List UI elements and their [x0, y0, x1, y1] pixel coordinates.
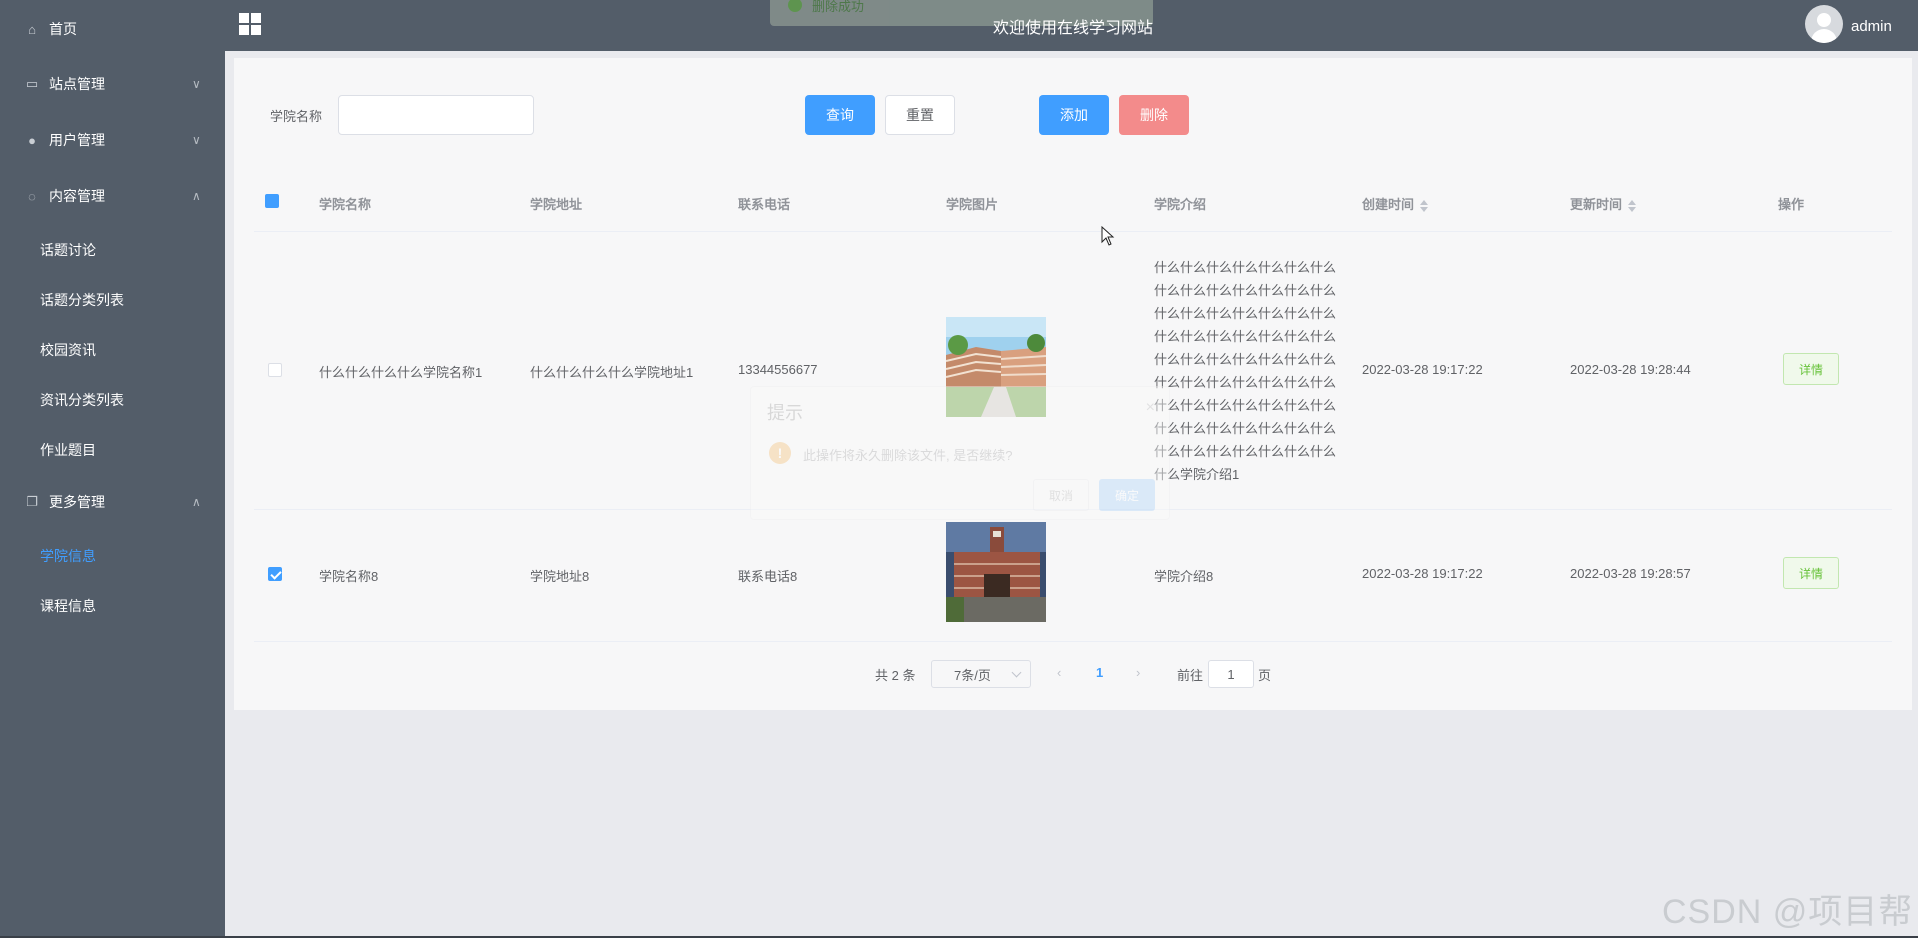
reset-button[interactable]: 重置 [885, 95, 955, 135]
page-title: 欢迎使用在线学习网站 [993, 20, 1154, 37]
cell-name: 学院名称8 [319, 569, 379, 584]
sub-label: 作业题目 [40, 442, 96, 458]
college-image[interactable] [946, 522, 1046, 622]
chevron-up-icon: ∧ [192, 189, 201, 203]
sub-label: 学院信息 [40, 548, 96, 564]
column-header-sortable[interactable]: 创建时间 [1362, 194, 1429, 213]
add-button[interactable]: 添加 [1039, 95, 1109, 135]
cell-phone: 联系电话8 [738, 569, 798, 584]
menu-label: 站点管理 [49, 76, 105, 92]
top-header: 删除成功 欢迎使用在线学习网站 admin [225, 0, 1918, 51]
next-page-button[interactable]: › [1136, 665, 1140, 680]
sub-label: 话题讨论 [40, 242, 96, 258]
menu-item-more-management[interactable]: ❐ 更多管理 ∧ [0, 482, 225, 522]
menu-item-user-management[interactable]: ● 用户管理 ∨ [0, 120, 225, 160]
menu-label: 首页 [49, 21, 77, 37]
sidebar-item-topic-categories[interactable]: 话题分类列表 [0, 280, 225, 320]
sidebar-item-topic-discussion[interactable]: 话题讨论 [0, 230, 225, 270]
goto-label: 前往 [1177, 668, 1204, 683]
dialog-message: 此操作将永久删除该文件, 是否继续? [803, 448, 1013, 463]
cell-updated-time: 2022-03-28 19:28:44 [1570, 362, 1691, 377]
close-icon[interactable]: × [1146, 399, 1155, 417]
column-header-label: 更新时间 [1570, 197, 1623, 212]
warning-icon: ! [769, 442, 791, 464]
menu-item-site-management[interactable]: ▭ 站点管理 ∨ [0, 64, 225, 104]
cell-created-time: 2022-03-28 19:17:22 [1362, 566, 1483, 581]
detail-button[interactable]: 详情 [1783, 557, 1839, 589]
column-header: 操作 [1778, 197, 1805, 212]
column-header: 学院地址 [530, 197, 583, 212]
sidebar-item-campus-news[interactable]: 校园资讯 [0, 330, 225, 370]
sort-icon[interactable] [1628, 199, 1637, 212]
page-suffix: 页 [1258, 668, 1272, 683]
goto-page-input[interactable]: 1 [1208, 660, 1254, 688]
column-header: 学院介绍 [1154, 197, 1207, 212]
home-icon: ⌂ [28, 21, 36, 37]
pagination-total: 共 2 条 [875, 668, 916, 683]
cell-name: 什么什么什么什么学院名称1 [319, 365, 483, 380]
copy-icon: ❐ [26, 494, 38, 509]
sidebar: ⌂ 首页 ▭ 站点管理 ∨ ● 用户管理 ∨ ◌ 内容管理 ∧ 话题讨论 话题分… [0, 0, 225, 938]
chevron-down-icon [1011, 667, 1022, 678]
cell-updated-time: 2022-03-28 19:28:57 [1570, 566, 1691, 581]
cancel-button[interactable]: 取消 [1033, 479, 1089, 511]
detail-button[interactable]: 详情 [1783, 353, 1839, 385]
divider [254, 231, 1892, 232]
cell-created-time: 2022-03-28 19:17:22 [1362, 362, 1483, 377]
sidebar-item-homework[interactable]: 作业题目 [0, 430, 225, 470]
cell-phone: 13344556677 [738, 362, 818, 377]
main-panel: 学院名称 查询 重置 添加 删除 学院名称 学院地址 联系电话 学院图片 学院介… [234, 58, 1912, 710]
watermark: CSDN @项目帮 [1662, 893, 1914, 931]
sub-label: 话题分类列表 [40, 292, 124, 308]
cell-intro: 学院介绍8 [1154, 569, 1214, 584]
sidebar-item-college-info[interactable]: 学院信息 [0, 536, 225, 576]
sidebar-item-course-info[interactable]: 课程信息 [0, 586, 225, 626]
column-header: 学院名称 [319, 197, 372, 212]
query-button[interactable]: 查询 [805, 95, 875, 135]
cell-address: 学院地址8 [530, 569, 590, 584]
cell-intro: 什么什么什么什么什么什么什么什么什么什么什么什么什么什么什么什么什么什么什么什么… [1154, 260, 1337, 482]
sidebar-item-news-categories[interactable]: 资讯分类列表 [0, 380, 225, 420]
delete-button[interactable]: 删除 [1119, 95, 1189, 135]
success-icon [788, 0, 802, 12]
sub-label: 资讯分类列表 [40, 392, 124, 408]
mouse-cursor-icon [1101, 226, 1115, 246]
column-header-label: 创建时间 [1362, 197, 1415, 212]
chevron-down-icon: ∨ [192, 133, 201, 147]
page-size-value: 7条/页 [954, 667, 991, 683]
dialog-title: 提示 [767, 403, 803, 423]
row-checkbox[interactable] [268, 363, 282, 377]
divider [254, 641, 1892, 642]
confirm-dialog: 提示 × ! 此操作将永久删除该文件, 是否继续? 取消 确定 [750, 386, 1170, 520]
user-icon: ● [28, 132, 36, 148]
menu-label: 内容管理 [49, 188, 105, 204]
avatar[interactable] [1805, 5, 1843, 43]
select-all-checkbox[interactable] [265, 194, 279, 208]
row-checkbox[interactable] [268, 567, 282, 581]
menu-label: 更多管理 [49, 494, 105, 510]
page-number[interactable]: 1 [1096, 665, 1103, 680]
username[interactable]: admin [1851, 18, 1892, 35]
chevron-up-icon: ∧ [192, 495, 201, 509]
college-name-input[interactable] [338, 95, 534, 135]
prev-page-button[interactable]: ‹ [1057, 665, 1061, 680]
menu-item-home[interactable]: ⌂ 首页 [0, 9, 225, 49]
column-header: 学院图片 [946, 197, 999, 212]
sub-label: 课程信息 [40, 598, 96, 614]
cell-address: 什么什么什么什么学院地址1 [530, 365, 694, 380]
sort-icon[interactable] [1420, 199, 1429, 212]
menu-toggle-icon[interactable] [239, 13, 261, 35]
page-size-select[interactable]: 7条/页 [931, 660, 1031, 688]
monitor-icon: ▭ [25, 76, 39, 91]
chevron-down-icon: ∨ [192, 77, 201, 91]
sub-label: 校园资讯 [40, 342, 96, 358]
confirm-button[interactable]: 确定 [1099, 479, 1155, 511]
column-header: 联系电话 [738, 197, 791, 212]
column-header-sortable[interactable]: 更新时间 [1570, 194, 1637, 213]
menu-item-content-management[interactable]: ◌ 内容管理 ∧ [0, 176, 225, 216]
menu-label: 用户管理 [49, 132, 105, 148]
chat-icon: ◌ [28, 188, 36, 204]
search-label: 学院名称 [270, 109, 323, 124]
toast-text: 删除成功 [812, 0, 865, 14]
